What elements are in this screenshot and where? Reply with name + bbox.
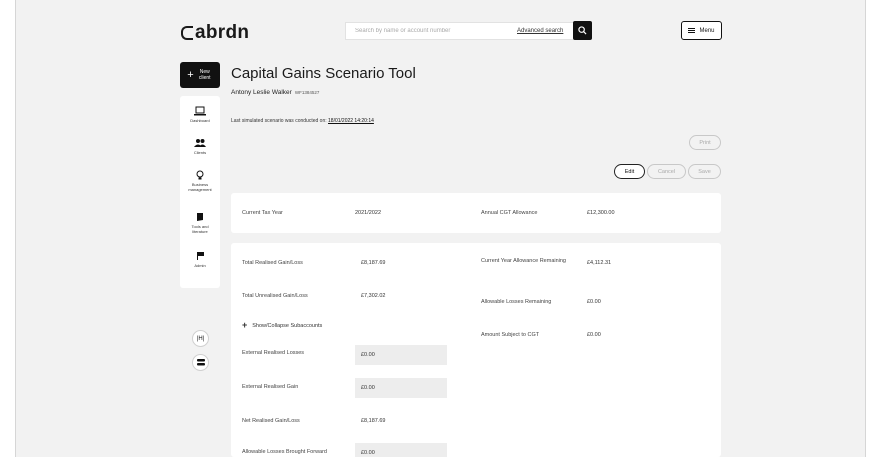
sidebar-item-label: Clients xyxy=(193,150,207,155)
search-bar: Advanced search xyxy=(345,22,575,40)
external-losses-input[interactable] xyxy=(355,345,447,365)
gains-details-card: Total Realised Gain/Loss £8,187.69 Total… xyxy=(231,243,721,457)
logo-text: abrdn xyxy=(195,22,250,43)
new-client-button[interactable]: + New client xyxy=(180,62,220,88)
panel-toggle-button[interactable]: |H| xyxy=(192,330,209,347)
toggle-subaccounts[interactable]: + Show/Collapse Subaccounts xyxy=(242,321,322,330)
lightbulb-icon xyxy=(196,170,204,180)
sidebar-nav: Dashboard Clients Business management To… xyxy=(180,96,220,288)
hamburger-icon xyxy=(688,28,696,33)
sidebar-item-label: Admin xyxy=(194,263,206,268)
search-icon xyxy=(578,26,587,35)
last-sim-timestamp-link[interactable]: 18/01/2022 14:20:14 xyxy=(328,118,374,124)
current-tax-year-label: Current Tax Year xyxy=(242,210,283,216)
client-name: Antony Leslie Walker WF1384527 xyxy=(231,89,319,96)
book-icon xyxy=(197,213,203,221)
stack-button[interactable] xyxy=(192,354,209,371)
net-realised-label: Net Realised Gain/Loss xyxy=(242,418,300,424)
sidebar-item-dashboard[interactable]: Dashboard xyxy=(180,106,220,123)
subject-cgt-label: Amount Subject to CGT xyxy=(481,332,540,338)
print-button[interactable]: Print xyxy=(689,135,721,150)
logo-mark-icon xyxy=(181,26,193,40)
toggle-subaccounts-label: Show/Collapse Subaccounts xyxy=(252,322,323,329)
losses-remaining-value: £0.00 xyxy=(587,299,601,305)
search-input[interactable] xyxy=(355,28,505,34)
cy-allowance-value: £4,112.31 xyxy=(587,260,612,266)
external-gain-label: External Realised Gain xyxy=(242,384,299,390)
advanced-search-link[interactable]: Advanced search xyxy=(517,28,563,34)
annual-allowance-label: Annual CGT Allowance xyxy=(481,210,538,216)
losses-remaining-label: Allowable Losses Remaining xyxy=(481,299,552,305)
sidebar-item-tools-literature[interactable]: Tools and literature xyxy=(180,212,220,234)
cy-allowance-label: Current Year Allowance Remaining xyxy=(481,258,566,264)
total-unrealised-value: £7,302.02 xyxy=(361,293,386,299)
cancel-button[interactable]: Cancel xyxy=(647,164,686,179)
client-id: WF1384527 xyxy=(294,90,320,95)
page-title: Capital Gains Scenario Tool xyxy=(231,65,416,82)
losses-brought-forward-label: Allowable Losses Brought Forward xyxy=(242,449,327,455)
sidebar-item-admin[interactable]: Admin xyxy=(180,251,220,268)
total-realised-value: £8,187.69 xyxy=(361,260,386,266)
sidebar-item-business-management[interactable]: Business management xyxy=(180,170,220,192)
annual-allowance-value: £12,300.00 xyxy=(587,210,615,216)
people-icon xyxy=(194,139,206,147)
save-button[interactable]: Save xyxy=(688,164,721,179)
sidebar-item-label: Dashboard xyxy=(190,118,210,123)
search-button[interactable] xyxy=(573,21,592,40)
flag-icon xyxy=(197,252,204,260)
sidebar-item-clients[interactable]: Clients xyxy=(180,138,220,155)
current-tax-year-value: 2021/2022 xyxy=(355,210,381,216)
stack-icon xyxy=(196,359,205,366)
external-gain-input[interactable] xyxy=(355,378,447,398)
panel-toggle-icon: |H| xyxy=(196,335,205,342)
last-simulated-info: Last simulated scenario was conducted on… xyxy=(231,118,374,124)
subject-cgt-value: £0.00 xyxy=(587,332,601,338)
laptop-icon xyxy=(194,106,206,116)
external-losses-label: External Realised Losses xyxy=(242,350,305,356)
edit-button[interactable]: Edit xyxy=(614,164,645,179)
plus-icon: + xyxy=(242,320,248,330)
new-client-label: New client xyxy=(198,69,211,81)
sidebar-item-label: Tools and literature xyxy=(191,224,209,234)
client-name-text: Antony Leslie Walker xyxy=(231,89,292,96)
last-sim-prefix: Last simulated scenario was conducted on… xyxy=(231,118,327,124)
total-unrealised-label: Total Unrealised Gain/Loss xyxy=(242,293,308,299)
plus-icon: + xyxy=(187,68,194,81)
abrdn-logo[interactable]: abrdn xyxy=(181,22,249,44)
menu-label: Menu xyxy=(699,27,715,34)
net-realised-value: £8,187.69 xyxy=(361,418,386,424)
sidebar-item-label: Business management xyxy=(188,182,212,192)
losses-brought-forward-input[interactable] xyxy=(355,443,447,457)
tax-year-card: Current Tax Year 2021/2022 Annual CGT Al… xyxy=(231,193,721,233)
total-realised-label: Total Realised Gain/Loss xyxy=(242,260,303,266)
menu-button[interactable]: Menu xyxy=(681,21,722,40)
